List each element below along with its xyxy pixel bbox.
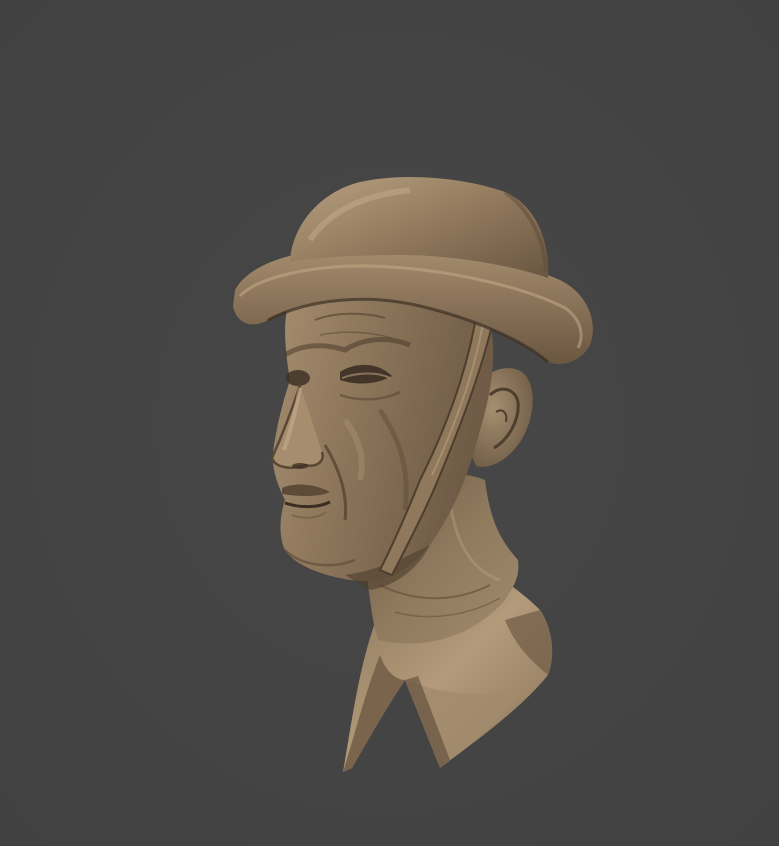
sculpted-bust — [233, 177, 593, 772]
viewport-canvas[interactable] — [0, 0, 779, 846]
